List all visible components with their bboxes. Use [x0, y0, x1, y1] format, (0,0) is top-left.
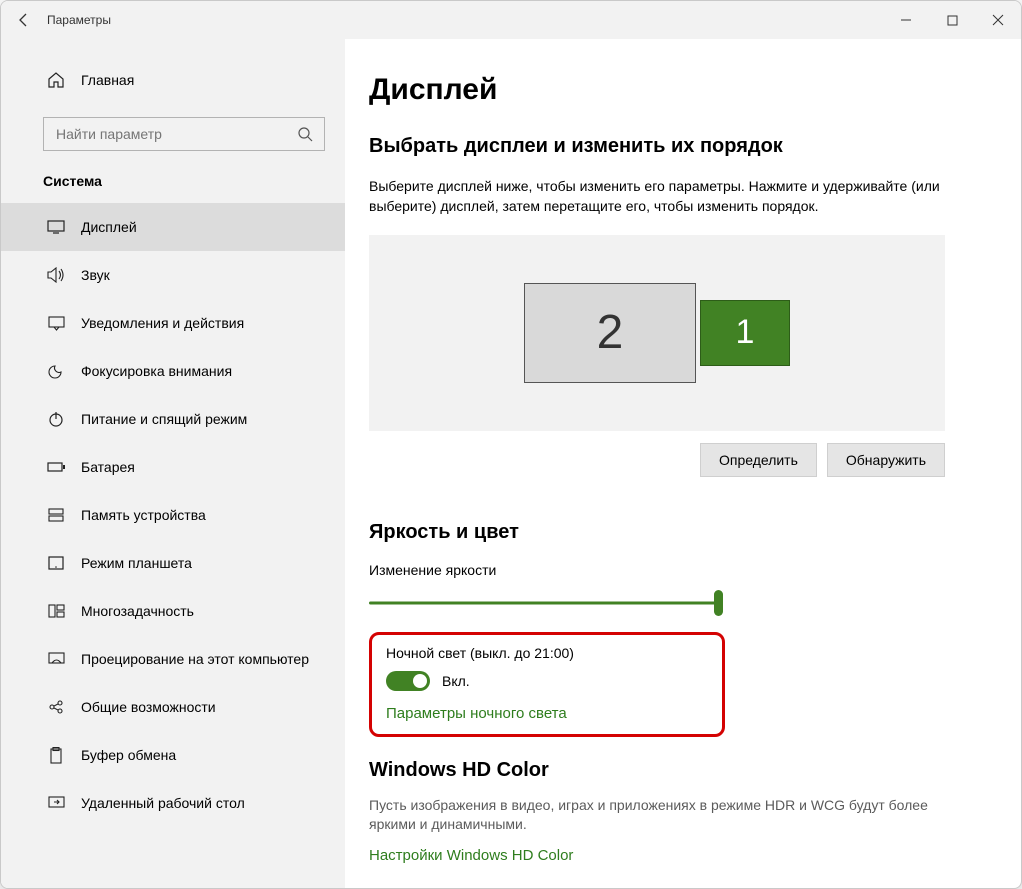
nav-item-remote[interactable]: Удаленный рабочий стол: [1, 779, 345, 827]
back-button[interactable]: [1, 1, 47, 39]
nav-label: Память устройства: [81, 507, 206, 523]
detect-button[interactable]: Обнаружить: [827, 443, 945, 477]
remote-icon: [47, 794, 65, 812]
sidebar: Главная Система Дисплей Звук: [1, 39, 345, 888]
nav-label: Проецирование на этот компьютер: [81, 651, 309, 667]
home-nav[interactable]: Главная: [1, 57, 345, 103]
nightlight-settings-link[interactable]: Параметры ночного света: [386, 705, 708, 722]
tablet-icon: [47, 554, 65, 572]
sound-icon: [47, 266, 65, 284]
minimize-button[interactable]: [883, 1, 929, 39]
nav-label: Общие возможности: [81, 699, 216, 715]
nav-label: Режим планшета: [81, 555, 192, 571]
settings-window: Параметры Главная: [0, 0, 1022, 889]
nav-item-battery[interactable]: Батарея: [1, 443, 345, 491]
focus-icon: [47, 362, 65, 380]
nav-label: Питание и спящий режим: [81, 411, 247, 427]
nav-item-sound[interactable]: Звук: [1, 251, 345, 299]
multitask-icon: [47, 602, 65, 620]
search-box[interactable]: [43, 117, 325, 151]
nightlight-toggle[interactable]: [386, 671, 430, 691]
nav-item-projecting[interactable]: Проецирование на этот компьютер: [1, 635, 345, 683]
slider-thumb[interactable]: [714, 590, 723, 616]
nav-label: Батарея: [81, 459, 135, 475]
nav-item-power[interactable]: Питание и спящий режим: [1, 395, 345, 443]
sidebar-group-title: Система: [1, 167, 345, 203]
nightlight-highlight: Ночной свет (выкл. до 21:00) Вкл. Параме…: [369, 632, 725, 737]
brightness-label: Изменение яркости: [369, 562, 965, 578]
hd-color-desc: Пусть изображения в видео, играх и прило…: [369, 796, 929, 835]
nav-item-display[interactable]: Дисплей: [1, 203, 345, 251]
nav-label: Многозадачность: [81, 603, 194, 619]
search-icon: [296, 125, 314, 143]
battery-icon: [47, 458, 65, 476]
monitor-2[interactable]: 2: [524, 283, 696, 383]
toggle-knob: [413, 674, 427, 688]
brightness-slider[interactable]: [369, 590, 721, 616]
projecting-icon: [47, 650, 65, 668]
nav-item-shared[interactable]: Общие возможности: [1, 683, 345, 731]
slider-track: [369, 601, 721, 604]
arrange-title: Выбрать дисплеи и изменить их порядок: [369, 135, 965, 158]
nav-label: Уведомления и действия: [81, 315, 244, 331]
identify-button[interactable]: Определить: [700, 443, 817, 477]
search-input[interactable]: [56, 126, 276, 142]
displays-box[interactable]: 2 1: [369, 235, 945, 431]
power-icon: [47, 410, 65, 428]
nav-item-multitask[interactable]: Многозадачность: [1, 587, 345, 635]
hd-color-link[interactable]: Настройки Windows HD Color: [369, 847, 965, 864]
nav-label: Фокусировка внимания: [81, 363, 232, 379]
nav-item-clipboard[interactable]: Буфер обмена: [1, 731, 345, 779]
display-icon: [47, 218, 65, 236]
storage-icon: [47, 506, 65, 524]
nav-list: Дисплей Звук Уведомления и действия Фоку…: [1, 203, 345, 827]
shared-icon: [47, 698, 65, 716]
home-label: Главная: [81, 72, 134, 88]
nav-item-notifications[interactable]: Уведомления и действия: [1, 299, 345, 347]
nightlight-toggle-row: Вкл.: [386, 671, 708, 691]
hd-color-title: Windows HD Color: [369, 759, 965, 782]
display-buttons: Определить Обнаружить: [369, 443, 945, 477]
close-button[interactable]: [975, 1, 1021, 39]
nav-label: Удаленный рабочий стол: [81, 795, 245, 811]
toggle-state: Вкл.: [442, 673, 470, 689]
main-content: Дисплей Выбрать дисплеи и изменить их по…: [345, 39, 1021, 888]
nav-item-focus[interactable]: Фокусировка внимания: [1, 347, 345, 395]
nav-label: Буфер обмена: [81, 747, 176, 763]
nav-item-tablet[interactable]: Режим планшета: [1, 539, 345, 587]
nav-label: Звук: [81, 267, 110, 283]
window-title: Параметры: [47, 13, 111, 27]
monitor-1[interactable]: 1: [700, 300, 790, 366]
brightness-section-title: Яркость и цвет: [369, 521, 965, 544]
maximize-button[interactable]: [929, 1, 975, 39]
nightlight-label: Ночной свет (выкл. до 21:00): [386, 645, 708, 661]
notifications-icon: [47, 314, 65, 332]
page-title: Дисплей: [369, 73, 965, 107]
nav-label: Дисплей: [81, 219, 137, 235]
nav-item-storage[interactable]: Память устройства: [1, 491, 345, 539]
titlebar: Параметры: [1, 1, 1021, 39]
home-icon: [47, 71, 65, 89]
clipboard-icon: [47, 746, 65, 764]
arrange-helper: Выберите дисплей ниже, чтобы изменить ег…: [369, 176, 965, 217]
